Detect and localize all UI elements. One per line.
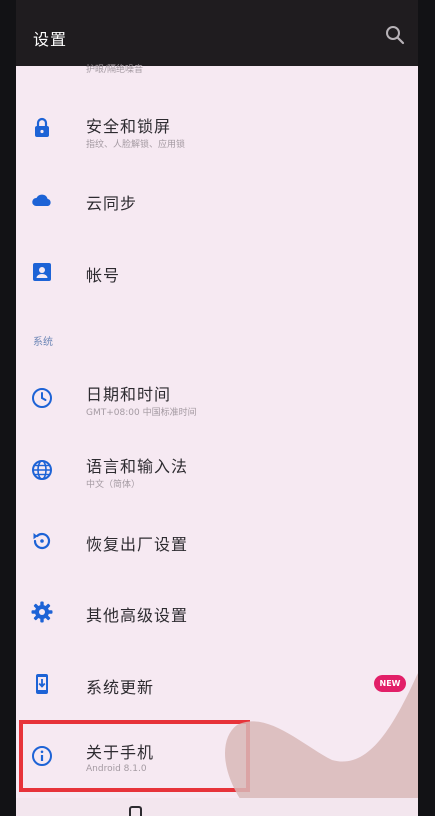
setting-item-title: 帐号 [86, 266, 121, 285]
system-update-icon [36, 674, 48, 694]
setting-item-subtitle: 中文（简体） [86, 480, 141, 490]
lock-icon [35, 117, 49, 137]
restore-icon [33, 532, 51, 550]
search-button[interactable] [384, 24, 406, 46]
setting-item-title: 系统更新 [86, 678, 155, 697]
device-bezel-right [418, 0, 435, 816]
gear-icon [31, 601, 53, 623]
cloud-icon [32, 194, 51, 206]
setting-item-subtitle: GMT+08:00 中国标准时间 [86, 408, 197, 418]
navigation-bar [16, 798, 418, 816]
setting-item-date-time[interactable]: 日期和时间 GMT+08:00 中国标准时间 [16, 364, 418, 432]
setting-item-account[interactable]: 帐号 [16, 238, 418, 304]
device-bezel-left [0, 0, 16, 816]
section-header-system: 系统 [33, 337, 53, 348]
page-title: 设置 [33, 30, 68, 49]
setting-item-language[interactable]: 语言和输入法 中文（简体） [16, 436, 418, 504]
setting-item-title: 安全和锁屏 [86, 117, 172, 136]
clock-icon [32, 388, 52, 408]
setting-item-title: 恢复出厂设置 [86, 535, 189, 554]
setting-item-cloud-sync[interactable]: 云同步 [16, 168, 418, 234]
setting-item-title: 语言和输入法 [86, 457, 189, 476]
setting-item-security[interactable]: 安全和锁屏 指纹、人脸解锁、应用锁 [16, 96, 418, 164]
setting-item-title: 其他高级设置 [86, 606, 189, 625]
setting-item-title: 云同步 [86, 194, 138, 213]
nav-home-icon[interactable] [129, 806, 142, 816]
finger-overlay [225, 673, 418, 816]
partial-item-subtitle: 护眼/隔绝噪音 [86, 65, 144, 75]
setting-item-factory-reset[interactable]: 恢复出厂设置 [16, 508, 418, 574]
setting-item-subtitle: 指纹、人脸解锁、应用锁 [86, 140, 186, 150]
search-icon [386, 26, 405, 45]
settings-screen: 设置 护眼/隔绝噪音 安全和锁屏 指纹、人脸解锁、应用锁 云同步 帐号 系统 日… [16, 0, 418, 816]
setting-item-title: 日期和时间 [86, 385, 172, 404]
app-bar: 设置 [16, 0, 418, 66]
account-icon [33, 263, 51, 281]
globe-icon [32, 460, 52, 480]
